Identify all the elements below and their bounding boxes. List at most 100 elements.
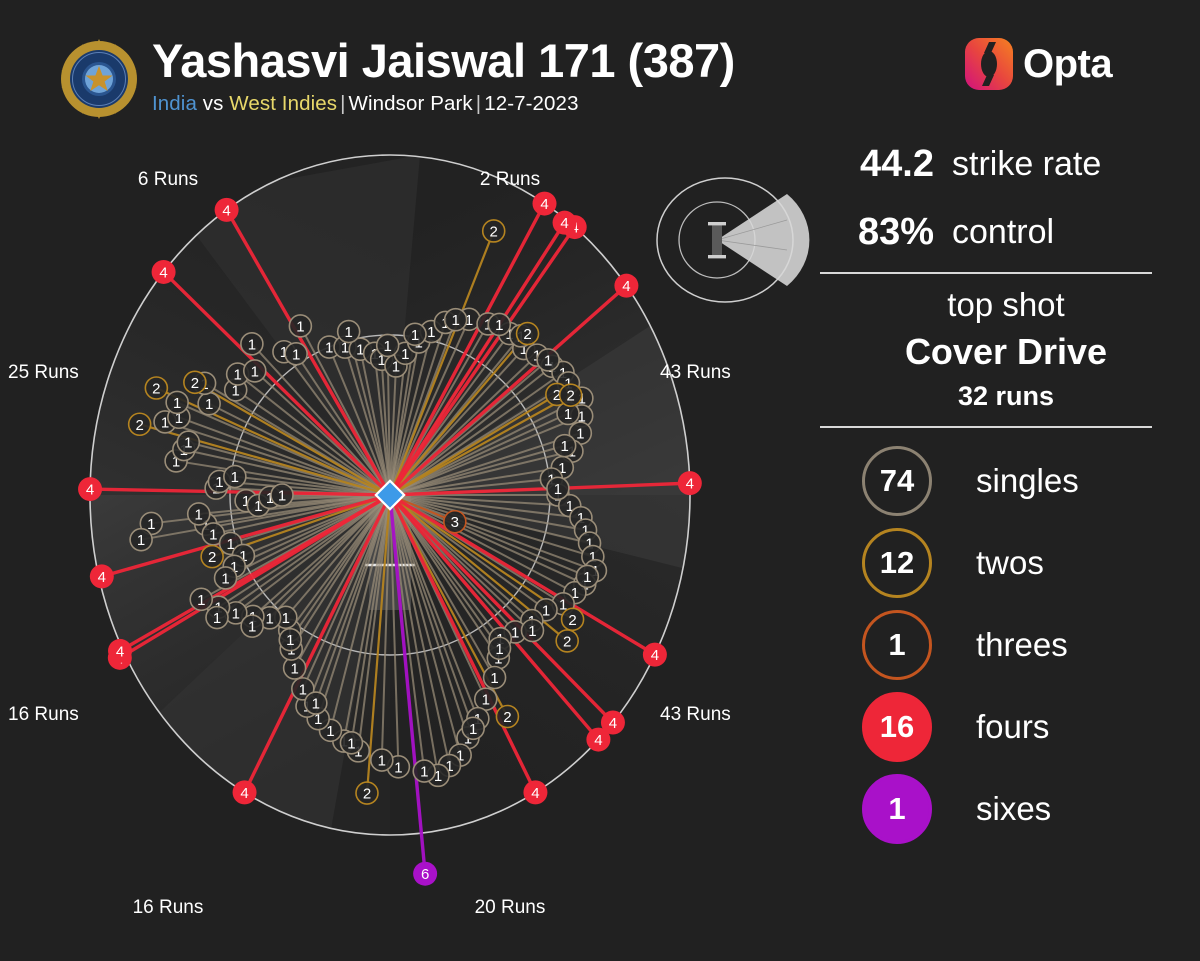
shot-marker-2: 2 [560, 607, 585, 632]
shot-marker-1: 1 [487, 636, 512, 661]
page-title: Yashasvi Jaiswal 171 (387) [152, 34, 735, 87]
shot-marker-1: 1 [536, 348, 560, 372]
shot-marker-1: 1 [443, 307, 468, 332]
shot-marker-2: 2 [144, 376, 169, 400]
shot-runs-text: 4 [651, 647, 659, 664]
shot-runs-text: 1 [564, 406, 572, 423]
top-shot-name: Cover Drive [904, 331, 1108, 372]
subtitle-separator-2: | [475, 91, 482, 115]
field-orientation-diagram [656, 177, 810, 303]
control-value: 83% [857, 210, 934, 253]
shot-marker-2: 2 [481, 219, 506, 243]
shot-runs-text: 1 [469, 721, 477, 738]
shot-runs-text: 1 [560, 438, 568, 455]
shot-marker-1: 1 [189, 587, 214, 612]
shot-runs-text: 1 [147, 516, 155, 533]
shot-runs-text: 1 [576, 426, 584, 443]
legend-row-sixes: 1 sixes [812, 768, 1200, 850]
shot-marker-4: 4 [523, 780, 548, 805]
legend-row-twos: 12 twos [812, 522, 1200, 604]
shot-runs-text: 4 [98, 569, 106, 586]
shot-runs-text: 1 [184, 435, 192, 452]
shot-runs-text: 1 [495, 317, 503, 334]
shot-marker-4: 4 [677, 471, 702, 496]
opta-mark-icon [965, 38, 1013, 90]
legend-label-sixes: sixes [976, 790, 1052, 827]
shot-runs-text: 1 [411, 327, 419, 344]
shot-runs-text: 1 [344, 324, 352, 341]
subtitle: India vs West Indies | Windsor Park | 12-7-2… [152, 92, 735, 116]
shot-marker-1: 1 [240, 614, 264, 638]
shot-marker-1: 1 [304, 691, 328, 715]
legend-label-fours: fours [976, 708, 1050, 745]
top-shot-caption: top shot [947, 286, 1065, 323]
shot-runs-text: 1 [278, 488, 286, 505]
shot-runs-text: 4 [609, 715, 617, 732]
shot-marker-1: 1 [284, 342, 308, 366]
shot-runs-text: 4 [594, 732, 602, 749]
shot-marker-1: 1 [339, 730, 364, 755]
shot-marker-1: 1 [213, 566, 238, 590]
highlighted-sector-wedge [717, 194, 810, 286]
shot-runs-text: 2 [563, 633, 571, 650]
shot-runs-text: 1 [215, 474, 223, 491]
shot-marker-1: 1 [242, 359, 267, 383]
header: Yashasvi Jaiswal 171 (387) India vs West… [0, 0, 1200, 140]
shot-runs-text: 2 [568, 612, 576, 629]
shot-runs-text: 1 [213, 610, 221, 627]
shot-runs-text: 1 [490, 670, 498, 687]
top-shot-runs: 32 runs [957, 381, 1055, 411]
shot-runs-text: 4 [240, 785, 248, 802]
shot-runs-text: 1 [394, 759, 402, 776]
shot-runs-text: 1 [378, 753, 386, 770]
shot-marker-4: 4 [586, 727, 611, 752]
sector-run-label: 2 Runs [480, 169, 540, 190]
legend-badge-sixes: 1 [862, 774, 932, 844]
shot-marker-1: 1 [370, 748, 394, 772]
strike-rate-value: 44.2 [860, 142, 934, 185]
opta-wordmark: Opta [1023, 41, 1113, 86]
control-label: control [952, 212, 1055, 251]
shot-runs-text: 1 [137, 532, 145, 549]
venue-name: Windsor Park [348, 91, 473, 115]
shot-runs-text: 1 [542, 602, 550, 619]
sector-run-label: 43 Runs [660, 704, 731, 725]
shot-runs-text: 4 [222, 202, 230, 219]
subtitle-separator-1: | [340, 91, 346, 115]
divider-top [820, 272, 1152, 274]
stats-panel: 44.2 strike rate 83% control top shot Co… [812, 130, 1200, 961]
shot-runs-text: 1 [482, 692, 490, 709]
legend-badge-fours: 16 [862, 692, 932, 762]
shot-runs-text: 1 [544, 352, 552, 369]
shot-marker-4: 4 [78, 477, 103, 502]
sector-run-label: 16 Runs [8, 704, 79, 725]
shot-runs-text: 6 [421, 866, 429, 883]
shot-runs-text: 1 [451, 312, 459, 329]
sector-run-label: 25 Runs [8, 362, 79, 383]
shot-marker-2: 2 [183, 370, 207, 395]
shot-runs-text: 1 [495, 641, 503, 658]
shot-runs-text: 4 [540, 196, 548, 213]
sector-run-label: 6 Runs [138, 169, 198, 190]
home-team-name: India [152, 91, 197, 115]
shot-marker-2: 2 [558, 383, 583, 407]
shot-marker-2: 2 [200, 544, 224, 569]
shot-runs-text: 2 [135, 417, 143, 434]
sector-run-label: 16 Runs [133, 897, 204, 918]
shot-runs-text: 4 [560, 215, 568, 232]
shot-marker-4: 4 [614, 273, 639, 298]
shot-runs-text: 2 [523, 326, 531, 343]
shot-marker-2: 2 [495, 704, 520, 729]
legend-badge-threes: 1 [862, 610, 932, 680]
shot-marker-1: 1 [205, 605, 229, 630]
shot-marker-1: 1 [240, 332, 264, 356]
shot-marker-4: 4 [214, 197, 239, 222]
shot-runs-text: 2 [566, 388, 574, 405]
stat-row-control: 83% control [812, 198, 1200, 266]
shot-runs-text: 1 [232, 605, 240, 622]
wagon-wheel-chart: 1 111111111111 1 1 11111 11 1 1 1 11 1111111111111… [8, 154, 810, 918]
legend-badge-singles: 74 [862, 446, 932, 516]
legend-label-threes: threes [976, 626, 1068, 663]
shot-marker-2: 2 [355, 781, 379, 805]
shot-marker-1: 1 [575, 564, 600, 589]
